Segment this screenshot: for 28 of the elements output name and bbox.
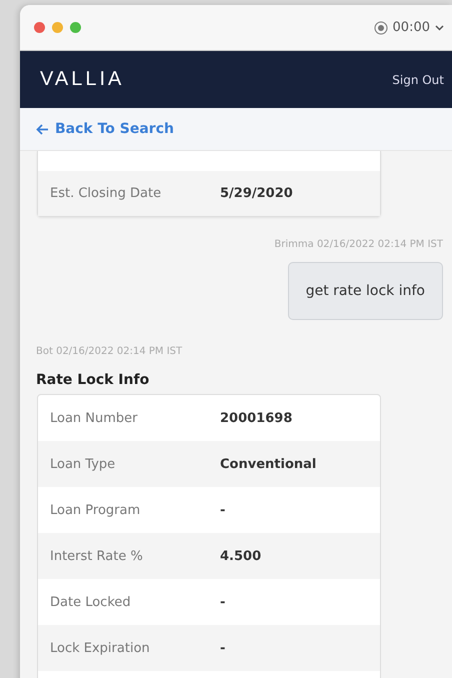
field-label: Date Locked [50,594,132,610]
field-value: 5/29/2020 [220,186,293,201]
timer-text: 00:00 [392,20,430,35]
field-value: 4.500 [220,548,262,564]
chevron-down-icon[interactable] [435,24,444,30]
card-title: Rate Lock Info [35,371,150,390]
field-label: Loan Type [50,456,116,472]
message-meta: Brimma 02/16/2022 02:14 PM IST [273,238,444,250]
field-label: Loan Number [50,410,139,426]
field-value: - [220,502,226,518]
message-meta: Bot 02/16/2022 02:14 PM IST [35,345,184,357]
maximize-icon[interactable] [70,22,81,33]
logo: VALLIA [40,68,124,91]
minimize-icon[interactable] [52,22,63,33]
record-icon[interactable] [374,20,388,34]
field-label: Interst Rate % [50,548,144,564]
field-value: - [220,640,226,656]
field-label: Est. Closing Date [50,186,162,201]
field-label: Lock Expiration [50,640,151,656]
message-bubble: get rate lock info [288,262,443,320]
back-link[interactable]: Back To Search [36,121,174,137]
field-value: Conventional [220,456,316,472]
sign-out-button[interactable]: Sign Out [392,72,444,86]
field-value: - [220,594,226,610]
close-icon[interactable] [34,22,45,33]
field-value: 20001698 [220,410,292,426]
arrow-left-icon [36,124,49,134]
field-label: Loan Program [50,502,142,518]
